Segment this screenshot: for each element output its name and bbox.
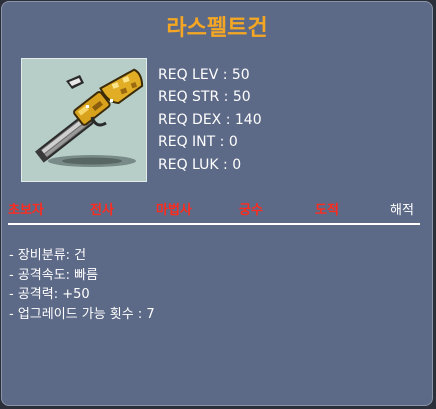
pistol-icon: [35, 68, 144, 167]
req-dex: REQ DEX : 140: [158, 111, 262, 128]
job-magician: 마법사: [156, 203, 192, 218]
item-name: 라스펠트건: [166, 16, 268, 41]
req-str: REQ STR : 50: [158, 89, 251, 106]
req-int: REQ INT : 0: [158, 134, 238, 151]
job-archer: 궁수: [239, 203, 263, 218]
stat-category: - 장비분류: 건: [9, 248, 87, 263]
stat-attack-speed: - 공격속도: 빠름: [9, 267, 99, 283]
job-warrior: 전사: [90, 203, 114, 218]
job-list: 초보자 전사 마법사 궁수 도적 해적: [2, 199, 432, 221]
requirements-list: REQ LEV : 50 REQ STR : 50 REQ DEX : 140 …: [158, 64, 262, 176]
job-beginner: 초보자: [8, 203, 44, 218]
item-icon-frame: [21, 58, 147, 182]
divider: [8, 223, 420, 225]
req-level: REQ LEV : 50: [158, 67, 250, 83]
item-stats: - 장비분류: 건 - 공격속도: 빠름 - 공격력: +50 - 업그레이드 …: [9, 246, 155, 324]
job-pirate: 해적: [390, 203, 414, 218]
stat-attack: - 공격력: +50: [9, 287, 90, 302]
req-luk: REQ LUK : 0: [158, 156, 242, 173]
item-tooltip: 라스펠트건 REQ LEV: 50 REQ STR: 50 REQ DEX …: [1, 1, 433, 406]
job-thief: 도적: [315, 203, 339, 218]
stat-upgrade-slots: - 업그레이드 가능 횟수 : 7: [9, 306, 155, 322]
